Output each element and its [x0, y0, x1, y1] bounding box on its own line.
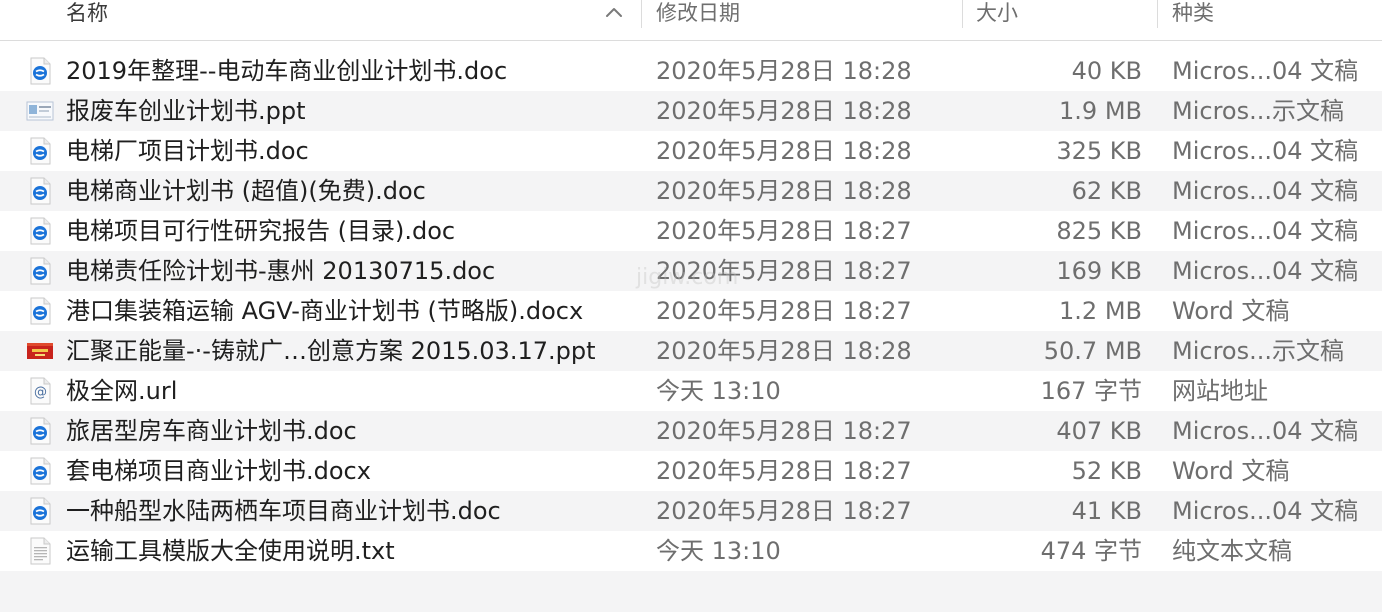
file-date-modified: 今天 13:10: [656, 537, 781, 565]
file-kind: Micros...示文稿: [1172, 97, 1344, 125]
column-header-date[interactable]: 修改日期: [656, 0, 740, 33]
file-date-modified: 今天 13:10: [656, 377, 781, 405]
file-kind: Micros...04 文稿: [1172, 497, 1359, 525]
file-date-modified: 2020年5月28日 18:27: [656, 217, 912, 245]
word-doc-icon: [26, 257, 54, 285]
file-name: 电梯项目可行性研究报告 (目录).doc: [66, 217, 456, 245]
word-doc-icon: [26, 57, 54, 85]
file-name: 套电梯项目商业计划书.docx: [66, 457, 371, 485]
column-header-name[interactable]: 名称: [66, 0, 108, 33]
word-doc-icon: [26, 137, 54, 165]
file-date-modified: 2020年5月28日 18:28: [656, 97, 912, 125]
file-row[interactable]: 电梯项目可行性研究报告 (目录).doc 2020年5月28日 18:27 825 …: [0, 211, 1382, 251]
file-kind: Micros...04 文稿: [1172, 137, 1359, 165]
file-row[interactable]: 电梯责任险计划书-惠州 20130715.doc 2020年5月28日 18:27…: [0, 251, 1382, 291]
file-kind: Micros...示文稿: [1172, 337, 1344, 365]
file-size: 62 KB: [1071, 177, 1142, 205]
file-size: 169 KB: [1056, 257, 1142, 285]
file-size: 50.7 MB: [1043, 337, 1142, 365]
column-divider[interactable]: [1157, 0, 1158, 28]
file-size: 1.2 MB: [1059, 297, 1142, 325]
empty-list-area: [0, 571, 1382, 612]
text-file-icon: [26, 537, 54, 565]
file-date-modified: 2020年5月28日 18:27: [656, 297, 912, 325]
file-row[interactable]: 报废车创业计划书.ppt 2020年5月28日 18:28 1.9 MB Micros…: [0, 91, 1382, 131]
file-row[interactable]: 运输工具模版大全使用说明.txt 今天 13:10 474 字节 纯文本文稿: [0, 531, 1382, 571]
file-name: 运输工具模版大全使用说明.txt: [66, 537, 395, 565]
red-banner-thumbnail-icon: [26, 337, 54, 365]
file-kind: 纯文本文稿: [1172, 537, 1292, 565]
file-kind: Micros...04 文稿: [1172, 217, 1359, 245]
file-kind: Micros...04 文稿: [1172, 57, 1359, 85]
ppt-thumbnail-icon: [26, 97, 54, 125]
column-divider[interactable]: [641, 0, 642, 28]
file-row[interactable]: 汇聚正能量-·-铸就广…创意方案 2015.03.17.ppt 2020年5月28…: [0, 331, 1382, 371]
file-size: 40 KB: [1071, 57, 1142, 85]
svg-text:@: @: [34, 385, 47, 400]
file-kind: Micros...04 文稿: [1172, 257, 1359, 285]
file-name: 一种船型水陆两栖车项目商业计划书.doc: [66, 497, 501, 525]
word-doc-icon: [26, 297, 54, 325]
file-date-modified: 2020年5月28日 18:28: [656, 57, 912, 85]
file-date-modified: 2020年5月28日 18:28: [656, 137, 912, 165]
file-size: 407 KB: [1056, 417, 1142, 445]
file-name: 旅居型房车商业计划书.doc: [66, 417, 357, 445]
file-date-modified: 2020年5月28日 18:27: [656, 497, 912, 525]
file-kind: Word 文稿: [1172, 457, 1290, 485]
file-name: 港口集装箱运输 AGV-商业计划书 (节略版).docx: [66, 297, 584, 325]
word-doc-icon: [26, 417, 54, 445]
file-name: 电梯厂项目计划书.doc: [66, 137, 309, 165]
file-date-modified: 2020年5月28日 18:28: [656, 177, 912, 205]
file-date-modified: 2020年5月28日 18:28: [656, 337, 912, 365]
word-doc-icon: [26, 177, 54, 205]
file-name: 汇聚正能量-·-铸就广…创意方案 2015.03.17.ppt: [66, 337, 596, 365]
finder-list-view: 名称 修改日期 大小 种类 2019年整理--电动车商业创业计划书.doc 202…: [0, 0, 1382, 612]
file-name: 报废车创业计划书.ppt: [66, 97, 306, 125]
file-kind: Micros...04 文稿: [1172, 417, 1359, 445]
word-doc-icon: [26, 497, 54, 525]
file-name: 2019年整理--电动车商业创业计划书.doc: [66, 57, 508, 85]
file-size: 41 KB: [1071, 497, 1142, 525]
file-row[interactable]: 电梯商业计划书 (超值)(免费).doc 2020年5月28日 18:28 62 K…: [0, 171, 1382, 211]
file-size: 474 字节: [1040, 537, 1142, 565]
file-row[interactable]: 港口集装箱运输 AGV-商业计划书 (节略版).docx 2020年5月28日 1…: [0, 291, 1382, 331]
url-at-icon: @: [26, 377, 54, 405]
file-kind: Word 文稿: [1172, 297, 1290, 325]
file-row[interactable]: 套电梯项目商业计划书.docx 2020年5月28日 18:27 52 KB Word…: [0, 451, 1382, 491]
file-row[interactable]: 一种船型水陆两栖车项目商业计划书.doc 2020年5月28日 18:27 41 K…: [0, 491, 1382, 531]
file-size: 167 字节: [1040, 377, 1142, 405]
word-doc-icon: [26, 457, 54, 485]
file-row[interactable]: 电梯厂项目计划书.doc 2020年5月28日 18:28 325 KB Micros…: [0, 131, 1382, 171]
file-row[interactable]: 2019年整理--电动车商业创业计划书.doc 2020年5月28日 18:28 4…: [0, 51, 1382, 91]
file-kind: Micros...04 文稿: [1172, 177, 1359, 205]
file-size: 1.9 MB: [1059, 97, 1142, 125]
column-header-bar: 名称 修改日期 大小 种类: [0, 0, 1382, 41]
file-name: 电梯商业计划书 (超值)(免费).doc: [66, 177, 426, 205]
file-date-modified: 2020年5月28日 18:27: [656, 457, 912, 485]
word-doc-icon: [26, 217, 54, 245]
column-header-size[interactable]: 大小: [976, 0, 1018, 33]
file-name: 极全网.url: [66, 377, 178, 405]
file-row[interactable]: 旅居型房车商业计划书.doc 2020年5月28日 18:27 407 KB Micr…: [0, 411, 1382, 451]
column-header-kind[interactable]: 种类: [1172, 0, 1214, 33]
file-list: 2019年整理--电动车商业创业计划书.doc 2020年5月28日 18:28 4…: [0, 51, 1382, 571]
file-size: 325 KB: [1056, 137, 1142, 165]
file-size: 825 KB: [1056, 217, 1142, 245]
file-name: 电梯责任险计划书-惠州 20130715.doc: [66, 257, 496, 285]
file-date-modified: 2020年5月28日 18:27: [656, 417, 912, 445]
column-divider[interactable]: [962, 0, 963, 28]
file-size: 52 KB: [1071, 457, 1142, 485]
chevron-up-icon[interactable]: [603, 2, 625, 22]
file-date-modified: 2020年5月28日 18:27: [656, 257, 912, 285]
file-kind: 网站地址: [1172, 377, 1268, 405]
file-row[interactable]: @ 极全网.url 今天 13:10 167 字节 网站地址: [0, 371, 1382, 411]
